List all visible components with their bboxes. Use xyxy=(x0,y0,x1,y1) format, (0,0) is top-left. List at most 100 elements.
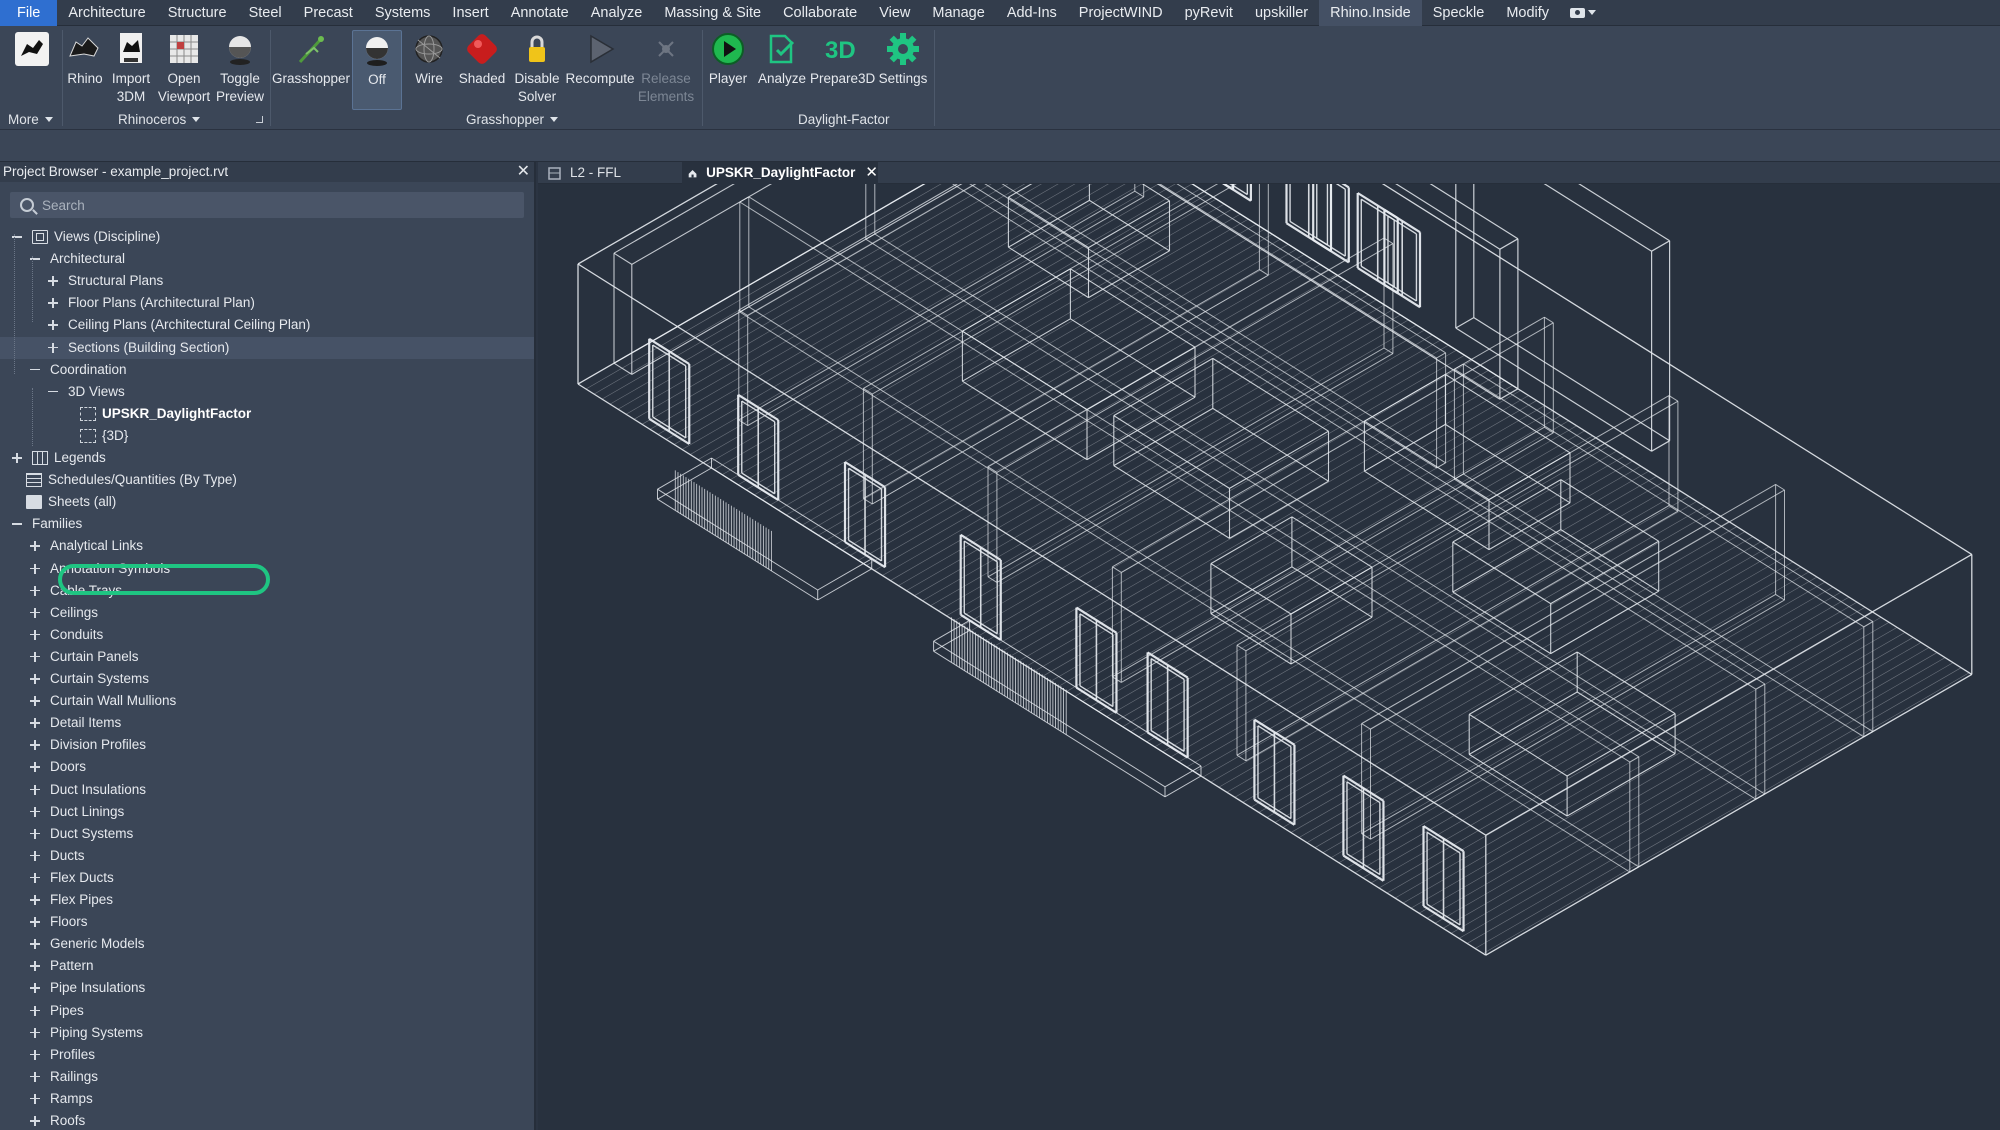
menu-item-analyze[interactable]: Analyze xyxy=(580,0,654,26)
menu-item-modify[interactable]: Modify xyxy=(1495,0,1560,26)
menu-item-precast[interactable]: Precast xyxy=(293,0,364,26)
collapse-minus-icon[interactable] xyxy=(12,519,22,529)
tree-item-schedules-quantities-by-type[interactable]: Schedules/Quantities (By Type) xyxy=(0,469,534,491)
search-box[interactable] xyxy=(10,192,524,218)
menu-item-systems[interactable]: Systems xyxy=(364,0,442,26)
tree-item-3d-views[interactable]: 3D Views xyxy=(0,381,534,403)
expand-plus-icon[interactable] xyxy=(30,1005,40,1016)
camera-dropdown[interactable] xyxy=(1560,7,1606,18)
tree-item-pipe-insulations[interactable]: Pipe Insulations xyxy=(0,977,534,999)
import-3dm-button[interactable]: Import 3DM xyxy=(108,30,154,106)
expand-plus-icon[interactable] xyxy=(30,1116,40,1126)
tree-item-doors[interactable]: Doors xyxy=(0,756,534,778)
settings-button[interactable]: Settings xyxy=(876,30,930,88)
preview-off-button[interactable]: Off xyxy=(352,30,402,110)
menu-item-steel[interactable]: Steel xyxy=(238,0,293,26)
tree-item-ramps[interactable]: Ramps xyxy=(0,1088,534,1110)
toggle-preview-button[interactable]: Toggle Preview xyxy=(214,30,266,106)
menu-item-massing-site[interactable]: Massing & Site xyxy=(653,0,772,26)
expand-plus-icon[interactable] xyxy=(30,651,40,662)
tree-item-analytical-links[interactable]: Analytical Links xyxy=(0,535,534,557)
menu-item-view[interactable]: View xyxy=(868,0,921,26)
tree-item-railings[interactable]: Railings xyxy=(0,1066,534,1088)
menu-item-file[interactable]: File xyxy=(0,0,58,26)
expand-plus-icon[interactable] xyxy=(30,607,40,618)
tree-item-duct-systems[interactable]: Duct Systems xyxy=(0,823,534,845)
menu-item-annotate[interactable]: Annotate xyxy=(500,0,580,26)
menu-item-collaborate[interactable]: Collaborate xyxy=(772,0,868,26)
expand-plus-icon[interactable] xyxy=(30,1049,40,1060)
recompute-button[interactable]: Recompute xyxy=(564,30,636,88)
menu-item-rhino-inside[interactable]: Rhino.Inside xyxy=(1319,0,1422,26)
tree-item-sections-building-section[interactable]: Sections (Building Section) xyxy=(0,336,534,359)
close-icon[interactable]: ✕ xyxy=(517,162,530,182)
menu-item-upskiller[interactable]: upskiller xyxy=(1244,0,1319,26)
menu-item-pyrevit[interactable]: pyRevit xyxy=(1174,0,1244,26)
tree-item-ducts[interactable]: Ducts xyxy=(0,845,534,867)
tree-item-division-profiles[interactable]: Division Profiles xyxy=(0,734,534,756)
release-elements-button[interactable]: Release Elements xyxy=(636,30,696,106)
expand-plus-icon[interactable] xyxy=(30,541,40,552)
expand-plus-icon[interactable] xyxy=(30,563,40,574)
expand-plus-icon[interactable] xyxy=(30,961,40,972)
tree-item-coordination[interactable]: Coordination xyxy=(0,359,534,381)
tree-item-curtain-panels[interactable]: Curtain Panels xyxy=(0,646,534,668)
grasshopper-button[interactable]: Grasshopper xyxy=(272,30,350,88)
expand-plus-icon[interactable] xyxy=(30,784,40,795)
expand-plus-icon[interactable] xyxy=(30,696,40,707)
menu-item-add-ins[interactable]: Add-Ins xyxy=(996,0,1068,26)
menu-item-structure[interactable]: Structure xyxy=(157,0,238,26)
tree-item-roofs[interactable]: Roofs xyxy=(0,1110,534,1130)
expand-plus-icon[interactable] xyxy=(48,342,58,353)
menu-item-projectwind[interactable]: ProjectWIND xyxy=(1068,0,1174,26)
collapse-minus-icon[interactable] xyxy=(48,387,58,397)
expand-plus-icon[interactable] xyxy=(30,718,40,729)
tab-l2-ffl[interactable]: L2 - FFL xyxy=(542,162,680,184)
more-dropdown[interactable]: More xyxy=(8,112,53,127)
analyze-button[interactable]: Analyze xyxy=(754,30,810,88)
expand-plus-icon[interactable] xyxy=(48,276,58,287)
expand-plus-icon[interactable] xyxy=(30,872,40,883)
tree-item-3d[interactable]: {3D} xyxy=(0,425,534,447)
tree-item-pipes[interactable]: Pipes xyxy=(0,1000,534,1022)
rhino-button[interactable]: Rhino xyxy=(64,30,106,88)
menu-item-speckle[interactable]: Speckle xyxy=(1422,0,1496,26)
open-viewport-button[interactable]: Open Viewport xyxy=(156,30,212,106)
tree-item-structural-plans[interactable]: Structural Plans xyxy=(0,270,534,292)
shaded-button[interactable]: Shaded xyxy=(456,30,508,88)
tree-item-curtain-systems[interactable]: Curtain Systems xyxy=(0,668,534,690)
expand-plus-icon[interactable] xyxy=(30,1071,40,1082)
collapse-minus-icon[interactable] xyxy=(30,365,40,375)
expand-plus-icon[interactable] xyxy=(30,629,40,640)
expand-plus-icon[interactable] xyxy=(30,806,40,817)
grasshopper-panel-label[interactable]: Grasshopper xyxy=(466,112,559,127)
expand-plus-icon[interactable] xyxy=(30,585,40,596)
close-icon[interactable]: ✕ xyxy=(865,162,878,184)
expand-plus-icon[interactable] xyxy=(12,453,22,463)
tree-item-pattern[interactable]: Pattern xyxy=(0,955,534,977)
expand-plus-icon[interactable] xyxy=(48,320,58,331)
expand-plus-icon[interactable] xyxy=(30,674,40,684)
rhinoceros-panel-label[interactable]: Rhinoceros xyxy=(118,112,201,127)
tree-item-duct-insulations[interactable]: Duct Insulations xyxy=(0,779,534,801)
tree-item-detail-items[interactable]: Detail Items xyxy=(0,712,534,734)
tree-item-legends[interactable]: Legends xyxy=(0,447,534,469)
tree-item-architectural[interactable]: Architectural xyxy=(0,248,534,270)
expand-plus-icon[interactable] xyxy=(30,762,40,773)
menu-item-architecture[interactable]: Architecture xyxy=(57,0,156,26)
expand-plus-icon[interactable] xyxy=(30,828,40,839)
expand-plus-icon[interactable] xyxy=(30,983,40,994)
tree-item-floors[interactable]: Floors xyxy=(0,911,534,933)
expand-plus-icon[interactable] xyxy=(30,1027,40,1038)
panel-launcher-icon[interactable] xyxy=(256,116,263,123)
tree-item-flex-pipes[interactable]: Flex Pipes xyxy=(0,889,534,911)
prepare3d-button[interactable]: 3D Prepare3D xyxy=(810,30,875,88)
tree-item-ceiling-plans-architectural-ceiling-plan[interactable]: Ceiling Plans (Architectural Ceiling Pla… xyxy=(0,314,534,336)
tree-item-views-discipline[interactable]: Views (Discipline) xyxy=(0,226,534,248)
player-button[interactable]: Player xyxy=(706,30,750,88)
tree-item-families[interactable]: Families xyxy=(0,513,534,535)
tree-item-piping-systems[interactable]: Piping Systems xyxy=(0,1022,534,1044)
expand-plus-icon[interactable] xyxy=(48,298,58,309)
expand-plus-icon[interactable] xyxy=(30,740,40,751)
menu-item-insert[interactable]: Insert xyxy=(441,0,499,26)
